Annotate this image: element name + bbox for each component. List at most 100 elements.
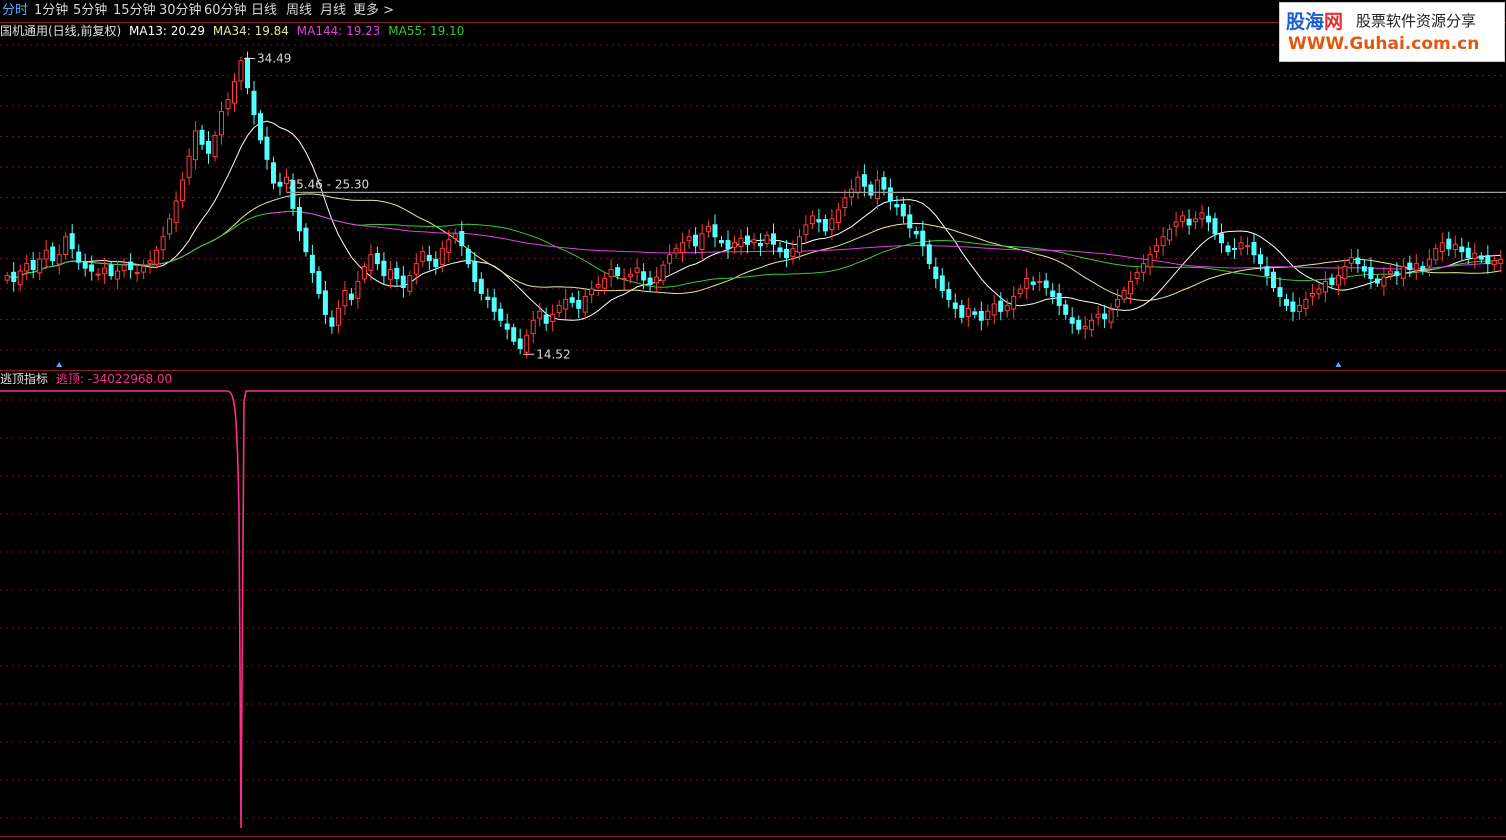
candle-body <box>861 174 867 187</box>
candle-body <box>1154 245 1160 252</box>
candle-body <box>816 219 822 223</box>
candle-body <box>576 299 582 309</box>
candle-body <box>1342 266 1348 280</box>
candle-body <box>225 99 231 110</box>
candle-body <box>621 278 627 280</box>
candle-body <box>706 225 711 233</box>
ma13-line <box>6 120 1501 321</box>
candle-body <box>1413 263 1419 271</box>
candle-body <box>725 240 731 250</box>
candle-body <box>115 270 121 280</box>
candle-body <box>342 290 348 307</box>
candle-body <box>1465 247 1471 259</box>
candle-body <box>900 203 906 217</box>
candle-body <box>121 264 127 272</box>
candle-body <box>784 248 789 259</box>
candle-body <box>89 264 95 272</box>
candle-body <box>11 271 17 282</box>
candle-body <box>913 231 919 235</box>
candle-body <box>147 260 153 265</box>
ma144-line <box>266 210 1501 270</box>
candle-body <box>796 236 802 253</box>
candle-body <box>991 303 997 316</box>
candle-body <box>1400 266 1406 279</box>
candle-body <box>511 327 517 342</box>
candle-body <box>1037 281 1043 283</box>
candle-body <box>504 323 510 330</box>
candle-body <box>1173 221 1179 227</box>
candles <box>4 51 1504 359</box>
candle-body <box>1498 258 1504 264</box>
candle-body <box>17 270 23 286</box>
candle-body <box>829 218 835 231</box>
candle-body <box>141 266 147 273</box>
candle-body <box>478 278 484 294</box>
candle-body <box>303 227 309 253</box>
candle-body <box>1478 255 1484 260</box>
candle-body <box>758 243 763 247</box>
candle-body <box>1491 260 1497 266</box>
kline-chart[interactable]: 25.46 - 25.30 34.49 14.52 <box>0 0 1506 840</box>
candle-body <box>1322 281 1328 293</box>
candle-body <box>907 214 913 229</box>
candle-body <box>206 141 211 154</box>
candle-body <box>69 233 75 250</box>
candle-body <box>1348 257 1354 264</box>
candle-body <box>212 134 218 158</box>
candle-body <box>920 230 926 247</box>
candle-body <box>173 200 179 223</box>
candle-body <box>465 248 471 265</box>
candle-body <box>271 162 276 184</box>
candle-body <box>1446 238 1452 250</box>
candle-body <box>647 277 653 286</box>
candle-body <box>128 261 134 271</box>
candle-body <box>374 253 380 265</box>
candle-body <box>732 242 737 248</box>
candle-body <box>335 307 341 326</box>
candle-body <box>628 273 634 278</box>
candle-body <box>608 269 614 278</box>
candle-body <box>894 204 900 208</box>
candle-body <box>134 272 140 275</box>
candle-body <box>764 234 770 245</box>
candle-body <box>472 261 478 283</box>
candle-body <box>238 60 244 82</box>
candle-body <box>822 219 828 232</box>
candle-body <box>1076 319 1082 330</box>
candle-body <box>1335 275 1341 286</box>
candle-body <box>1472 252 1478 259</box>
candle-body <box>1167 228 1173 241</box>
candle-body <box>459 231 465 247</box>
candle-body <box>1193 218 1198 223</box>
logo-url: WWW.Guhai.com.cn <box>1288 34 1480 54</box>
candle-body <box>595 284 601 288</box>
moving-averages <box>6 120 1501 321</box>
candle-body <box>1290 301 1296 312</box>
candle-body <box>368 254 374 271</box>
candle-body <box>1361 266 1367 272</box>
candle-body <box>1043 280 1049 288</box>
candle-body <box>446 239 452 253</box>
candle-body <box>452 233 458 239</box>
candle-body <box>1063 304 1069 315</box>
candle-body <box>1024 278 1030 289</box>
candle-body <box>1225 245 1231 253</box>
candle-body <box>712 224 718 238</box>
candle-body <box>433 258 439 268</box>
candle-body <box>1219 233 1224 244</box>
candle-body <box>1011 295 1017 310</box>
candle-body <box>1296 304 1302 313</box>
candle-body <box>530 319 536 335</box>
candle-body <box>1141 263 1147 273</box>
candle-body <box>842 197 848 208</box>
candle-body <box>790 248 796 257</box>
candle-body <box>400 275 406 289</box>
candle-body <box>1277 287 1283 298</box>
price-annotations: 25.46 - 25.30 34.49 14.52 <box>56 38 1506 367</box>
candle-body <box>855 176 861 194</box>
indicator-line <box>0 390 1506 829</box>
candle-body <box>1452 243 1458 251</box>
candle-body <box>1271 271 1276 288</box>
candle-body <box>1303 298 1309 309</box>
candle-body <box>563 298 569 310</box>
